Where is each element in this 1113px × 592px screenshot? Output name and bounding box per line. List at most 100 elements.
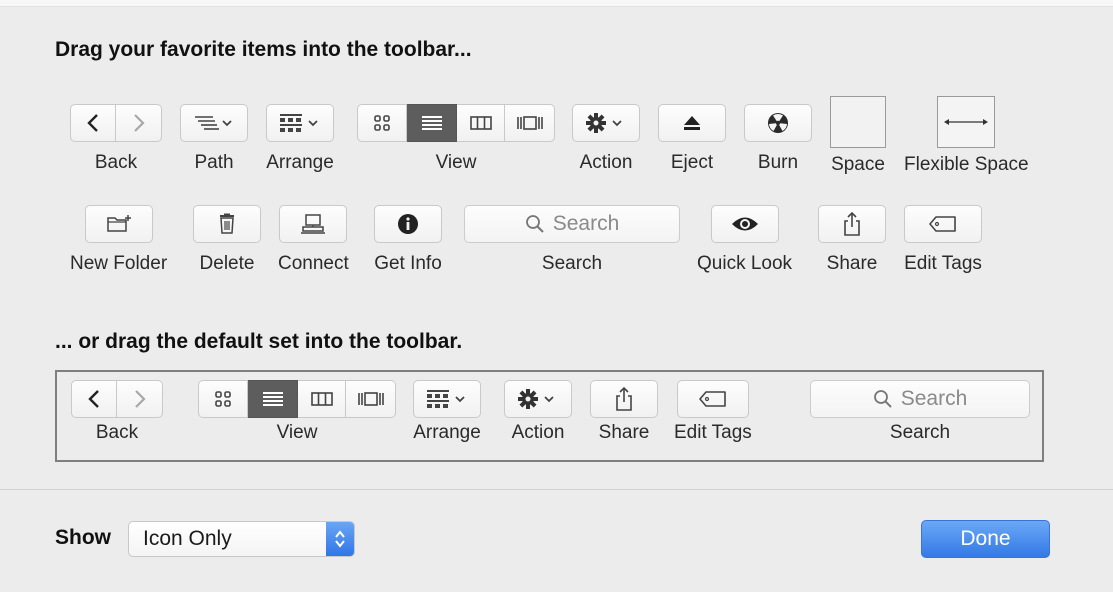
search-label: Search — [541, 253, 603, 274]
show-label: Show — [55, 526, 111, 549]
chevron-right-icon — [134, 390, 146, 408]
back-button[interactable] — [70, 104, 116, 142]
default-action-label: Action — [511, 422, 565, 443]
default-arrange-item: Arrange — [413, 380, 481, 444]
default-back-button — [71, 380, 117, 418]
double-arrow-icon — [944, 119, 989, 125]
default-action-button — [504, 380, 572, 418]
default-share-label: Share — [598, 422, 650, 443]
view-columns-button[interactable] — [457, 104, 505, 142]
get-info-button[interactable] — [374, 205, 442, 243]
default-view-coverflow-button — [346, 380, 396, 418]
edit-tags-item[interactable]: Edit Tags — [904, 205, 982, 275]
eject-icon — [684, 116, 700, 130]
chevron-left-icon — [87, 114, 98, 132]
action-button[interactable] — [572, 104, 640, 142]
action-label: Action — [579, 152, 633, 173]
share-label: Share — [826, 253, 878, 274]
edit-tags-button[interactable] — [904, 205, 982, 243]
space-item[interactable]: Space — [830, 96, 886, 176]
view-item[interactable]: View — [357, 104, 555, 174]
default-view-label: View — [276, 422, 318, 443]
favorites-heading: Drag your favorite items into the toolba… — [55, 38, 472, 61]
default-arrange-label: Arrange — [413, 422, 481, 443]
view-label: View — [435, 152, 477, 173]
view-coverflow-icon — [516, 116, 543, 130]
delete-label: Delete — [199, 253, 255, 274]
delete-item[interactable]: Delete — [193, 205, 261, 275]
default-edit-tags-label: Edit Tags — [674, 422, 752, 443]
arrange-icon — [280, 114, 318, 132]
trash-icon — [220, 213, 234, 234]
burn-icon — [768, 113, 788, 133]
tag-icon — [699, 391, 726, 407]
quick-look-button[interactable] — [710, 205, 779, 243]
sheet-top-edge — [0, 0, 1113, 7]
default-search-item: Search Search — [810, 380, 1030, 444]
default-arrange-button — [413, 380, 481, 418]
view-icons-button[interactable] — [357, 104, 407, 142]
view-columns-icon — [469, 116, 492, 130]
path-item[interactable]: Path — [180, 104, 248, 174]
arrange-item[interactable]: Arrange — [266, 104, 334, 174]
connect-label: Connect — [278, 253, 349, 274]
search-field[interactable]: Search — [464, 205, 680, 243]
eject-button[interactable] — [658, 104, 726, 142]
eject-label: Eject — [670, 152, 714, 173]
default-share-button — [590, 380, 658, 418]
flexible-space-item[interactable]: Flexible Space — [904, 96, 1029, 176]
share-button[interactable] — [818, 205, 886, 243]
action-item[interactable]: Action — [572, 104, 640, 174]
view-icons-icon — [374, 115, 390, 131]
view-list-icon — [262, 392, 283, 406]
default-edit-tags-button — [676, 380, 749, 418]
view-coverflow-button[interactable] — [505, 104, 555, 142]
default-share-item: Share — [590, 380, 658, 444]
connect-item[interactable]: Connect — [278, 205, 349, 275]
info-icon — [398, 214, 418, 234]
gear-icon — [586, 113, 622, 133]
flexible-space-label: Flexible Space — [904, 154, 1029, 175]
default-set-heading: ... or drag the default set into the too… — [55, 330, 463, 353]
burn-item[interactable]: Burn — [744, 104, 812, 174]
search-item[interactable]: Search Search — [464, 205, 680, 275]
default-set-bar[interactable]: Back View Arrange Action Share Edit Tags… — [55, 370, 1044, 462]
path-button[interactable] — [180, 104, 248, 142]
arrange-icon — [427, 390, 465, 408]
back-forward-item[interactable]: Back — [70, 104, 162, 174]
view-icons-icon — [215, 391, 231, 407]
chevron-right-icon — [133, 114, 145, 132]
new-folder-item[interactable]: New Folder — [70, 205, 167, 275]
view-columns-icon — [310, 392, 333, 406]
quick-look-label: Quick Look — [697, 253, 793, 274]
magnifier-icon — [873, 390, 892, 408]
delete-button[interactable] — [193, 205, 261, 243]
arrange-button[interactable] — [266, 104, 334, 142]
burn-button[interactable] — [744, 104, 812, 142]
space-box[interactable] — [830, 96, 886, 148]
default-back-label: Back — [95, 422, 139, 443]
view-list-button[interactable] — [407, 104, 457, 142]
eject-item[interactable]: Eject — [658, 104, 726, 174]
done-button[interactable]: Done — [921, 520, 1050, 558]
share-item[interactable]: Share — [818, 205, 886, 275]
view-list-icon — [421, 116, 442, 130]
default-search-label: Search — [889, 422, 951, 443]
chevron-left-icon — [88, 390, 99, 408]
default-search-field: Search — [810, 380, 1030, 418]
forward-button[interactable] — [116, 104, 162, 142]
gear-icon — [518, 389, 554, 409]
flexible-space-box[interactable] — [937, 96, 996, 148]
get-info-item[interactable]: Get Info — [374, 205, 442, 275]
connect-button[interactable] — [279, 205, 348, 243]
get-info-label: Get Info — [374, 253, 442, 274]
burn-label: Burn — [757, 152, 799, 173]
new-folder-button[interactable] — [84, 205, 153, 243]
eye-icon — [731, 217, 758, 231]
default-edit-tags-item: Edit Tags — [674, 380, 752, 444]
show-popup-button[interactable]: Icon Only — [128, 521, 355, 557]
quick-look-item[interactable]: Quick Look — [697, 205, 792, 275]
share-icon — [844, 211, 860, 236]
tag-icon — [929, 216, 956, 232]
edit-tags-label: Edit Tags — [904, 253, 982, 274]
